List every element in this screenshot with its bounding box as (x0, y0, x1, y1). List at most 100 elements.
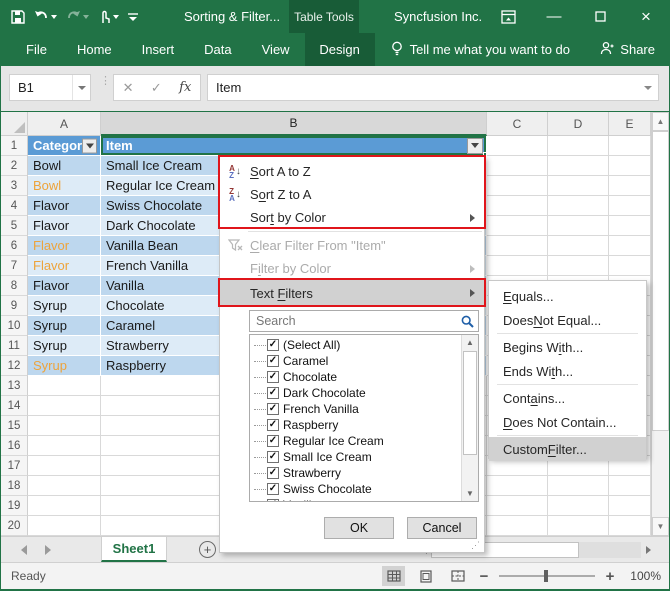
category-cell[interactable]: Flavor (28, 276, 101, 296)
checkbox-checked-icon[interactable]: ✓ (267, 451, 279, 463)
expand-formula-bar-icon[interactable] (644, 86, 652, 90)
row-number[interactable]: 11 (1, 336, 28, 356)
filter-list-item[interactable]: ✓ Strawberry (250, 465, 461, 481)
touch-mode-button[interactable] (98, 10, 119, 24)
cell[interactable] (487, 196, 548, 216)
save-icon[interactable] (11, 10, 25, 24)
column-header-d[interactable]: D (548, 112, 609, 136)
row-number[interactable]: 8 (1, 276, 28, 296)
category-cell[interactable]: Bowl (28, 156, 101, 176)
row-number[interactable]: 15 (1, 416, 28, 436)
row-number[interactable]: 16 (1, 436, 28, 456)
tell-me-box[interactable]: Tell me what you want to do (391, 41, 570, 59)
row-number[interactable]: 9 (1, 296, 28, 316)
filter-list-item[interactable]: ✓ Caramel (250, 353, 461, 369)
undo-dropdown-icon[interactable] (51, 15, 57, 19)
filter-list-item[interactable]: ✓ Raspberry (250, 417, 461, 433)
filter-list-scrollbar[interactable]: ▲ ▼ (461, 335, 478, 501)
cell[interactable] (28, 516, 101, 536)
cell[interactable] (487, 236, 548, 256)
cell[interactable] (548, 196, 609, 216)
checkbox-checked-icon[interactable]: ✓ (267, 467, 279, 479)
row-number[interactable]: 19 (1, 496, 28, 516)
name-box[interactable]: B1 (9, 74, 91, 101)
cell[interactable] (609, 176, 651, 196)
cell[interactable] (609, 516, 651, 536)
cell[interactable] (609, 196, 651, 216)
filter-list-item[interactable]: ✓ French Vanilla (250, 401, 461, 417)
touch-mode-dropdown-icon[interactable] (113, 15, 119, 19)
item-filter-button[interactable] (467, 138, 483, 154)
filter-list-item[interactable]: ✓ Regular Ice Cream (250, 433, 461, 449)
minimize-button[interactable]: — (531, 0, 577, 33)
cell[interactable] (548, 516, 609, 536)
checkbox-checked-icon[interactable]: ✓ (267, 339, 279, 351)
cell[interactable] (28, 496, 101, 516)
submenu-item-begins-with[interactable]: Begins With... (489, 335, 646, 359)
column-header-e[interactable]: E (609, 112, 651, 136)
category-cell[interactable]: Syrup (28, 296, 101, 316)
cell[interactable] (609, 236, 651, 256)
scroll-right-icon[interactable] (641, 542, 655, 558)
filter-list-item[interactable]: ✓ (Select All) (250, 337, 461, 353)
row-number[interactable]: 17 (1, 456, 28, 476)
cell[interactable] (609, 156, 651, 176)
category-filter-button[interactable] (82, 138, 97, 153)
cell[interactable] (609, 136, 651, 156)
cell[interactable] (548, 476, 609, 496)
row-number[interactable]: 4 (1, 196, 28, 216)
cancel-button[interactable]: Cancel (407, 517, 477, 539)
cell[interactable] (548, 236, 609, 256)
menu-item-sort-z-to-a[interactable]: ZA↓ Sort Z to A (220, 183, 484, 206)
list-scroll-up-icon[interactable]: ▲ (462, 335, 478, 350)
cell[interactable] (487, 176, 548, 196)
cell[interactable] (609, 496, 651, 516)
cell[interactable] (548, 176, 609, 196)
name-box-dropdown-icon[interactable] (72, 75, 90, 100)
zoom-in-button[interactable]: + (604, 568, 616, 585)
checkbox-checked-icon[interactable]: ✓ (267, 435, 279, 447)
menu-item-sort-by-color[interactable]: Sort by Color (220, 206, 484, 229)
cell-a1-category-header[interactable]: Category (28, 136, 101, 156)
cell[interactable] (548, 156, 609, 176)
cell[interactable] (487, 136, 548, 156)
cell[interactable] (609, 476, 651, 496)
page-break-preview-icon[interactable] (446, 566, 469, 586)
share-button[interactable]: Share (600, 41, 655, 58)
cell[interactable] (28, 416, 101, 436)
ribbon-tab-view[interactable]: View (247, 33, 305, 66)
row-number[interactable]: 1 (1, 136, 28, 156)
row-number[interactable]: 13 (1, 376, 28, 396)
cell[interactable] (487, 516, 548, 536)
row-number[interactable]: 18 (1, 476, 28, 496)
row-number[interactable]: 5 (1, 216, 28, 236)
cell[interactable] (487, 256, 548, 276)
cell[interactable] (609, 256, 651, 276)
prev-sheet-icon[interactable] (21, 545, 27, 555)
cell[interactable] (548, 136, 609, 156)
zoom-out-button[interactable]: − (478, 568, 490, 585)
cell[interactable] (548, 256, 609, 276)
filter-list-item[interactable]: ✓ Chocolate (250, 369, 461, 385)
next-sheet-icon[interactable] (45, 545, 51, 555)
ribbon-tab-home[interactable]: Home (62, 33, 127, 66)
cell[interactable] (28, 396, 101, 416)
checkbox-checked-icon[interactable]: ✓ (267, 355, 279, 367)
maximize-button[interactable] (577, 0, 623, 33)
column-header-b[interactable]: B (101, 112, 487, 136)
row-number[interactable]: 12 (1, 356, 28, 376)
ribbon-tab-data[interactable]: Data (189, 33, 246, 66)
customize-qat-button[interactable] (128, 11, 138, 23)
cell[interactable] (609, 216, 651, 236)
category-cell[interactable]: Syrup (28, 316, 101, 336)
zoom-slider[interactable] (499, 575, 595, 577)
cell[interactable] (28, 436, 101, 456)
list-scroll-thumb[interactable] (463, 351, 477, 455)
category-cell[interactable]: Flavor (28, 256, 101, 276)
cell[interactable] (28, 376, 101, 396)
submenu-item-custom-filter[interactable]: Custom Filter... (489, 437, 646, 461)
category-cell[interactable]: Syrup (28, 336, 101, 356)
new-sheet-button[interactable]: + (199, 541, 216, 558)
category-cell[interactable]: Flavor (28, 216, 101, 236)
filter-list-item[interactable]: ✓ Vanilla (250, 497, 461, 501)
